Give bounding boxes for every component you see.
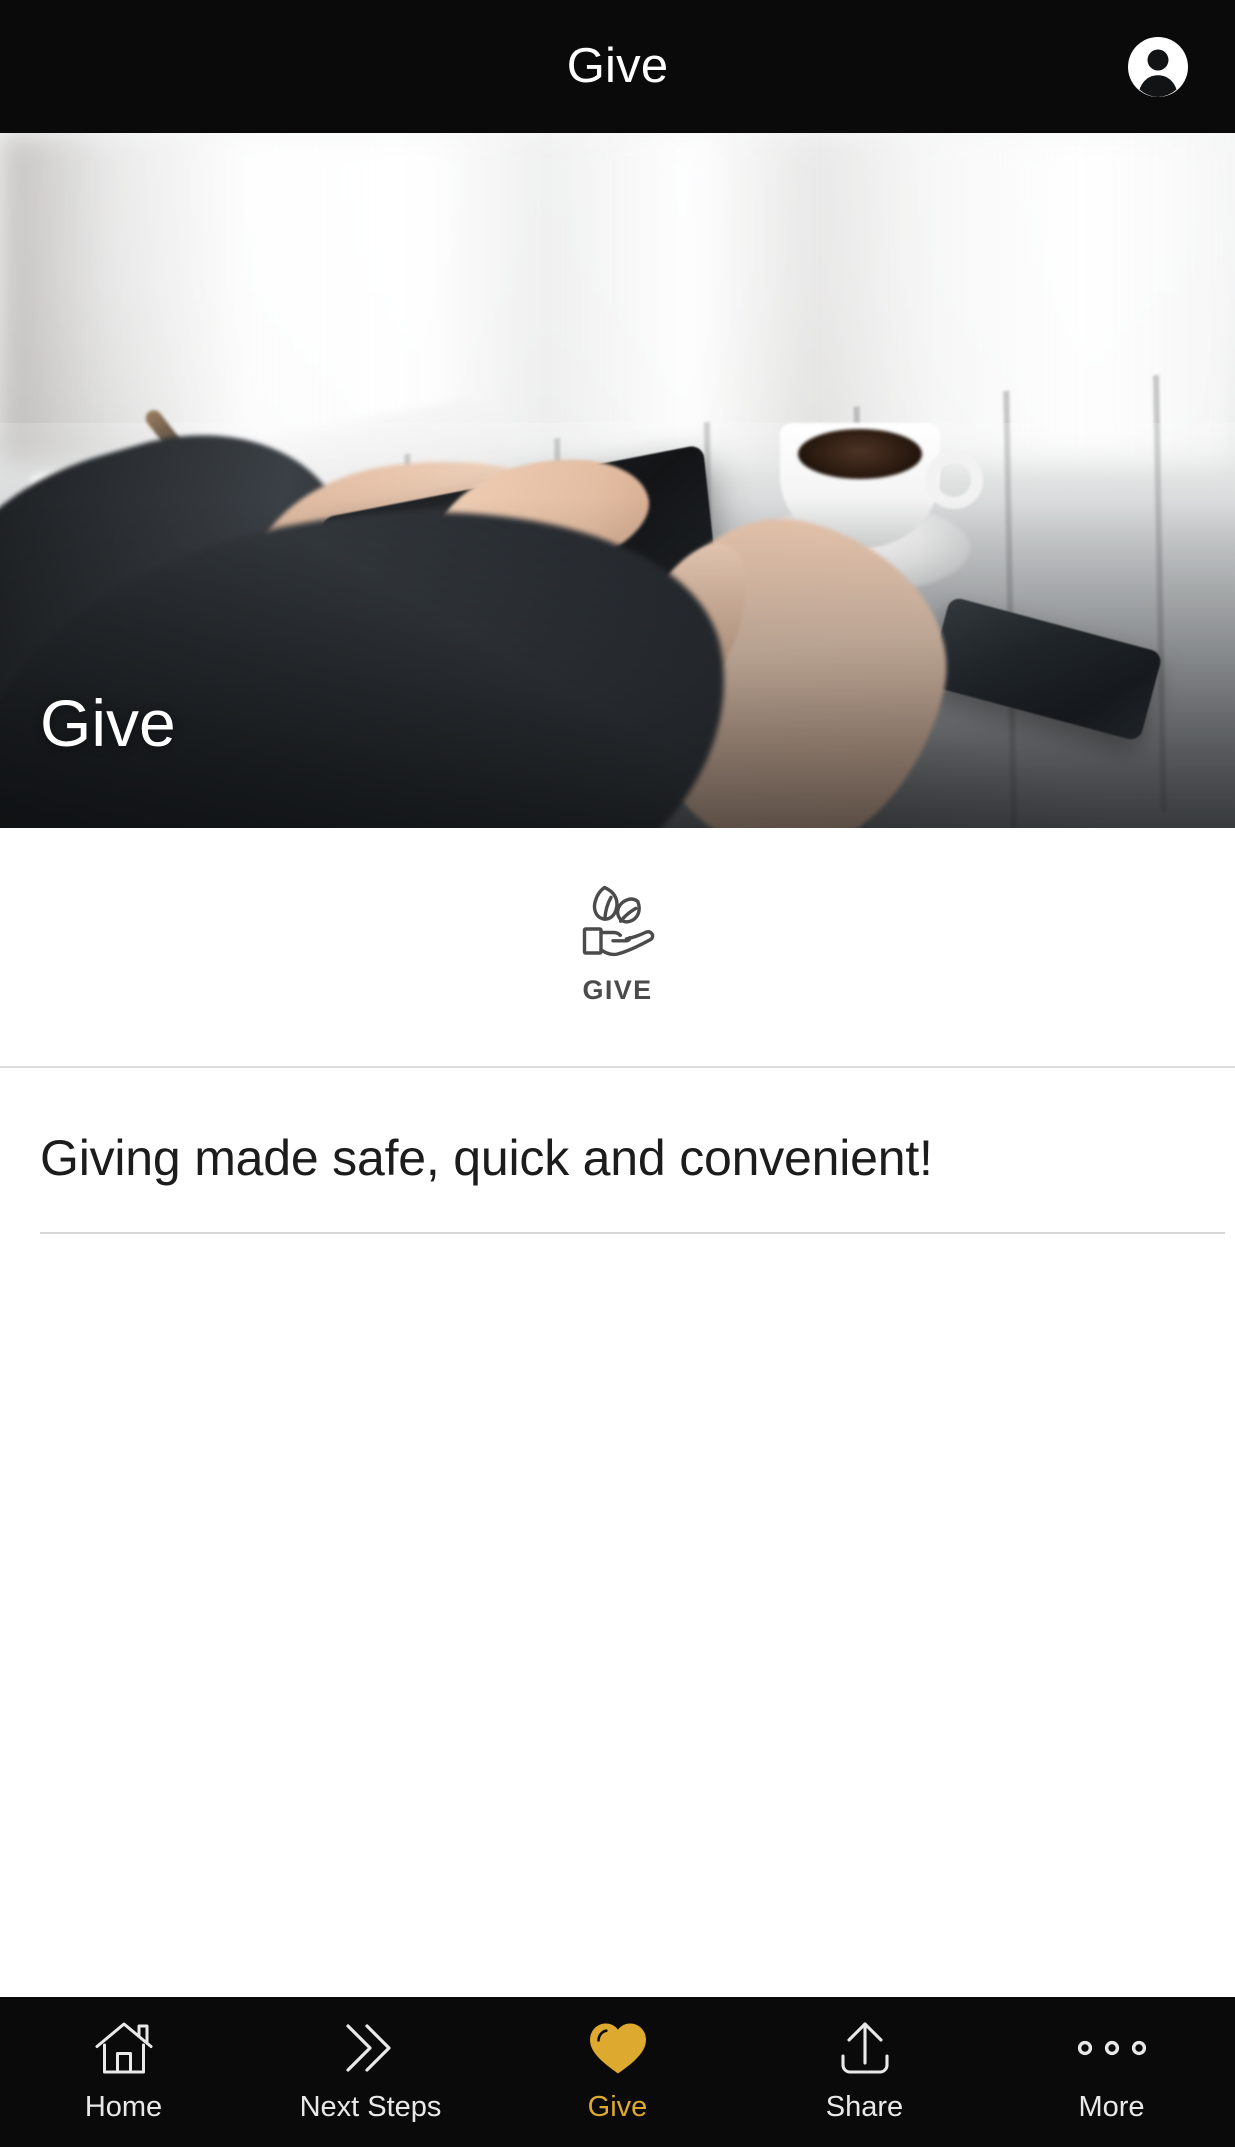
main-content: Giving made safe, quick and convenient! xyxy=(0,1068,1235,1997)
content-heading: Giving made safe, quick and convenient! xyxy=(40,1130,933,1186)
page-title: Give xyxy=(566,39,669,93)
ellipsis-icon xyxy=(1076,2017,1148,2079)
bottom-tab-bar: Home Next Steps Give Share More xyxy=(0,1997,1235,2147)
tab-next-steps[interactable]: Next Steps xyxy=(247,2017,494,2147)
hand-with-sprout-icon xyxy=(582,885,654,956)
tab-label-give: Give xyxy=(587,2091,648,2123)
hero-scrim xyxy=(0,498,1235,828)
tab-label-more: More xyxy=(1078,2091,1145,2123)
give-category-tile[interactable]: GIVE xyxy=(0,828,1235,1068)
give-category-label: GIVE xyxy=(582,974,653,1005)
tab-label-home: Home xyxy=(84,2091,163,2123)
app-root: Give Give GIVE Giving made safe, quick a… xyxy=(0,0,1235,2147)
double-chevron-icon xyxy=(340,2017,402,2079)
user-avatar-icon xyxy=(1128,36,1188,97)
tab-share[interactable]: Share xyxy=(741,2017,988,2147)
user-avatar-button[interactable] xyxy=(1125,34,1191,100)
share-upload-icon xyxy=(835,2017,895,2079)
hero-caption: Give xyxy=(40,686,176,760)
tab-label-share: Share xyxy=(825,2091,904,2123)
tab-give[interactable]: Give xyxy=(494,2017,741,2147)
top-navigation-bar: Give xyxy=(0,0,1235,133)
content-divider xyxy=(40,1231,1225,1234)
tab-more[interactable]: More xyxy=(988,2017,1235,2147)
home-icon xyxy=(94,2017,154,2079)
tab-label-next-steps: Next Steps xyxy=(299,2091,442,2123)
tab-home[interactable]: Home xyxy=(0,2017,247,2147)
heart-icon xyxy=(587,2017,649,2079)
hero-banner: Give xyxy=(0,133,1235,828)
